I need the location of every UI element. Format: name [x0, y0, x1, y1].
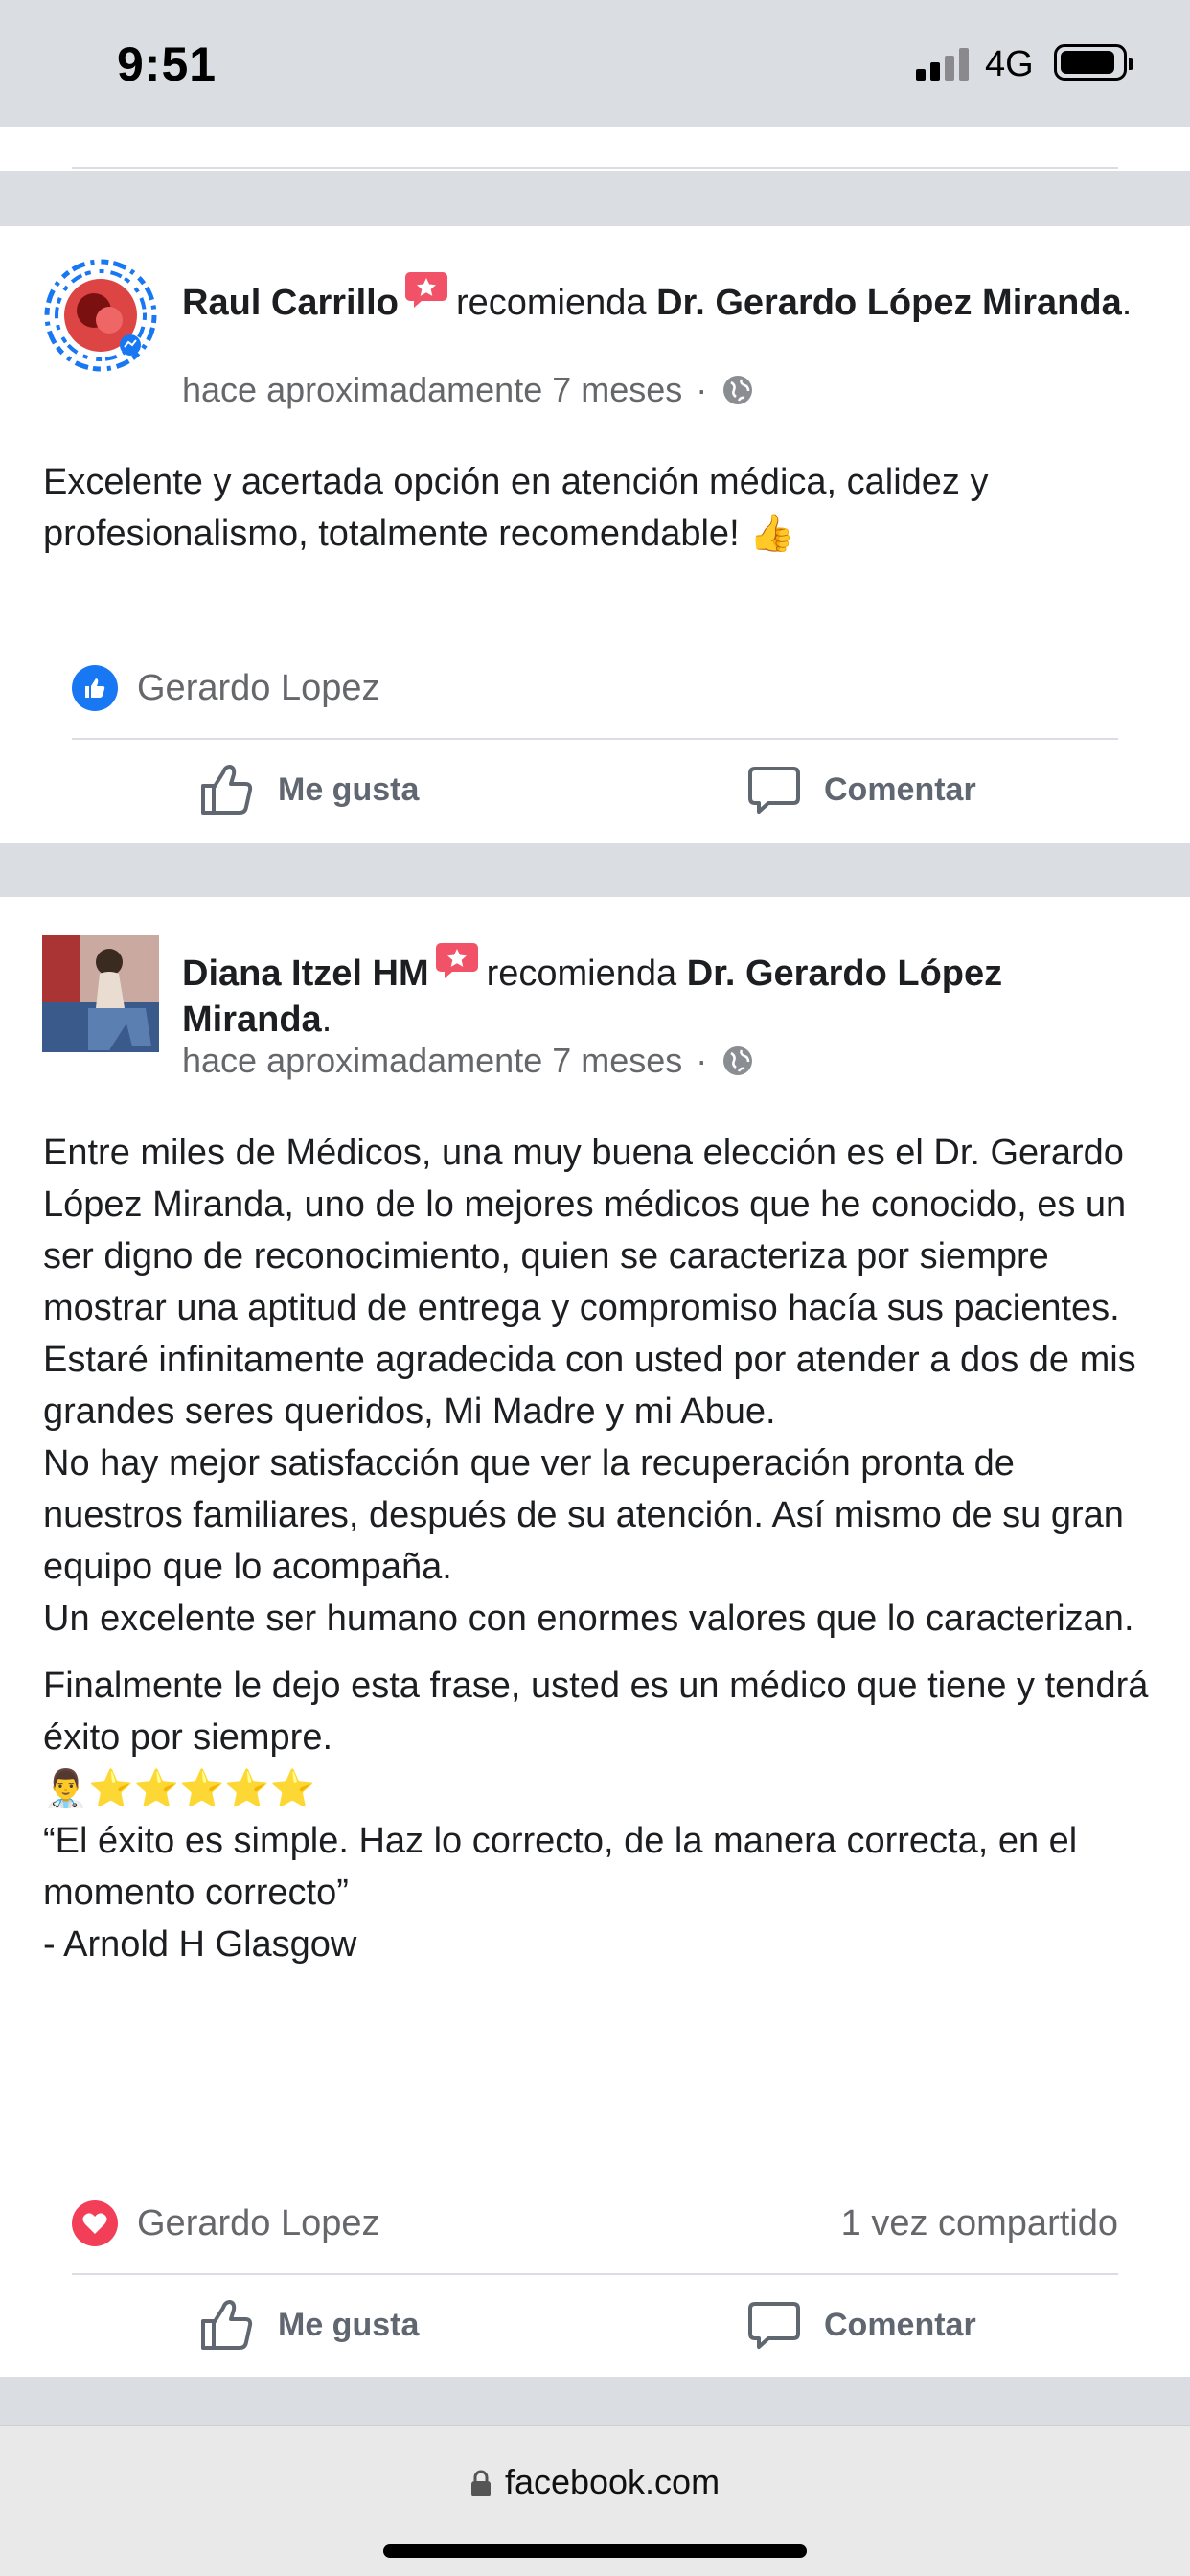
- comment-label: Comentar: [824, 2306, 976, 2343]
- comment-icon: [748, 767, 800, 814]
- recommendation-post: Raul Carrillo recomienda Dr. Gerardo Lópe…: [0, 226, 1190, 843]
- author-name[interactable]: Raul Carrillo: [182, 283, 399, 323]
- post-meta: hace aproximadamente 7 meses ·: [182, 370, 753, 410]
- action-bar: Me gusta Comentar: [0, 742, 1190, 838]
- like-button[interactable]: Me gusta: [199, 742, 419, 838]
- post-paragraph: No hay mejor satisfacción que ver la rec…: [43, 1443, 1124, 1587]
- post-paragraph: Estaré infinitamente agradecida con uste…: [43, 1340, 1136, 1432]
- love-reaction-icon: [72, 2200, 118, 2246]
- avatar[interactable]: [42, 257, 159, 374]
- reactions-row[interactable]: Gerardo Lopez: [72, 659, 1118, 717]
- network-type: 4G: [985, 44, 1034, 84]
- like-label: Me gusta: [278, 770, 420, 808]
- profile-photo-icon: [42, 935, 159, 1052]
- post-timestamp[interactable]: hace aproximadamente 7 meses: [182, 370, 682, 410]
- post-text: Entre miles de Médicos, una muy buena el…: [43, 1127, 1155, 1970]
- post-quote: “El éxito es simple. Haz lo correcto, de…: [43, 1821, 1078, 1913]
- messenger-code-avatar-icon: [42, 257, 159, 374]
- post-paragraph: Entre miles de Médicos, una muy buena el…: [43, 1133, 1127, 1328]
- action-bar: Me gusta Comentar: [0, 2277, 1190, 2373]
- thumbs-up-icon: [201, 765, 253, 815]
- share-count[interactable]: 1 vez compartido: [841, 2203, 1118, 2244]
- divider: [72, 167, 1118, 169]
- divider: [72, 738, 1118, 740]
- browser-bottom-bar: facebook.com: [0, 2425, 1190, 2576]
- reaction-names: Gerardo Lopez: [137, 2202, 380, 2243]
- reaction-names: Gerardo Lopez: [137, 667, 380, 708]
- post-text: Excelente y acertada opción en atención …: [43, 456, 1155, 560]
- recommend-verb: recomienda: [486, 954, 677, 994]
- public-globe-icon: [723, 1046, 753, 1075]
- post-header: Raul Carrillo recomienda Dr. Gerardo Lópe…: [182, 270, 1140, 326]
- recommended-page[interactable]: Dr. Gerardo López Miranda: [656, 283, 1122, 323]
- post-timestamp[interactable]: hace aproximadamente 7 meses: [182, 1041, 682, 1081]
- status-time: 9:51: [117, 37, 217, 91]
- like-reaction-icon: [72, 665, 118, 711]
- recommendation-post: Diana Itzel HM recomienda Dr. Gerardo Lóp…: [0, 897, 1190, 2377]
- reactions-row[interactable]: Gerardo Lopez 1 vez compartido: [72, 2195, 1118, 2252]
- public-globe-icon: [723, 376, 753, 404]
- post-quote-author: - Arnold H Glasgow: [43, 1924, 357, 1965]
- home-indicator[interactable]: [383, 2544, 807, 2558]
- battery-icon: [1054, 44, 1133, 80]
- cellular-signal-icon: [916, 48, 970, 80]
- like-button[interactable]: Me gusta: [199, 2277, 419, 2373]
- lock-icon: [470, 2470, 491, 2496]
- author-name[interactable]: Diana Itzel HM: [182, 954, 429, 994]
- comment-button[interactable]: Comentar: [747, 2277, 976, 2373]
- like-label: Me gusta: [278, 2306, 420, 2343]
- previous-post-card: [0, 126, 1190, 171]
- comment-icon: [748, 2302, 800, 2349]
- post-paragraph: Excelente y acertada opción en atención …: [43, 462, 989, 554]
- post-paragraph: Finalmente le dejo esta frase, usted es …: [43, 1666, 1149, 1758]
- recommend-verb: recomienda: [455, 283, 647, 323]
- post-emoji-line: 👨‍⚕️⭐⭐⭐⭐⭐: [43, 1769, 315, 1809]
- avatar[interactable]: [42, 935, 159, 1052]
- divider: [72, 2273, 1118, 2275]
- meta-separator: ·: [696, 370, 708, 409]
- recommend-badge-icon: [435, 941, 479, 979]
- url-text: facebook.com: [504, 2462, 721, 2501]
- post-meta: hace aproximadamente 7 meses ·: [182, 1041, 753, 1081]
- comment-button[interactable]: Comentar: [747, 742, 976, 838]
- address-bar[interactable]: facebook.com: [0, 2462, 1190, 2502]
- recommend-badge-icon: [404, 270, 448, 309]
- thumbs-up-icon: [201, 2300, 253, 2350]
- post-paragraph: Un excelente ser humano con enormes valo…: [43, 1598, 1134, 1639]
- meta-separator: ·: [696, 1041, 708, 1080]
- post-header: Diana Itzel HM recomienda Dr. Gerardo Lóp…: [182, 941, 1140, 1043]
- comment-label: Comentar: [824, 770, 976, 808]
- status-bar: 9:51 4G: [0, 0, 1190, 126]
